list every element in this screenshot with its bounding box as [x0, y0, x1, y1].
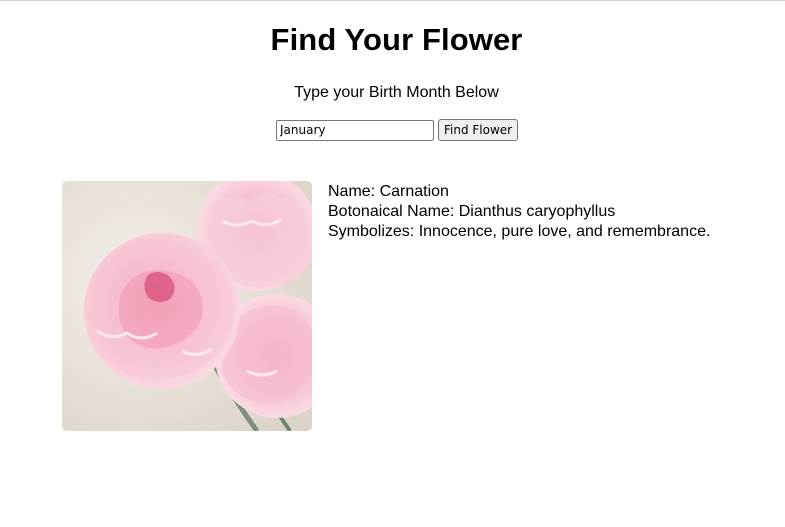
flower-name: Name: Carnation: [328, 183, 449, 200]
flower-symbolism: Symbolizes: Innocence, pure love, and re…: [328, 223, 711, 240]
birth-month-input[interactable]: [276, 119, 434, 141]
search-row: Find Flower: [276, 119, 519, 141]
page-title: Find Your Flower: [270, 22, 523, 57]
carnation-photo: [62, 181, 312, 431]
flower-botanical-name: Botonaical Name: Dianthus caryophyllus: [328, 203, 616, 220]
subtitle: Type your Birth Month Below: [294, 84, 499, 101]
top-divider: [0, 0, 785, 1]
flower-info: Name: Carnation Botonaical Name: Dianthu…: [328, 182, 710, 242]
flower-image: [62, 181, 312, 431]
find-flower-button[interactable]: Find Flower: [438, 119, 519, 141]
flower-result: Name: Carnation Botonaical Name: Dianthu…: [62, 181, 710, 431]
